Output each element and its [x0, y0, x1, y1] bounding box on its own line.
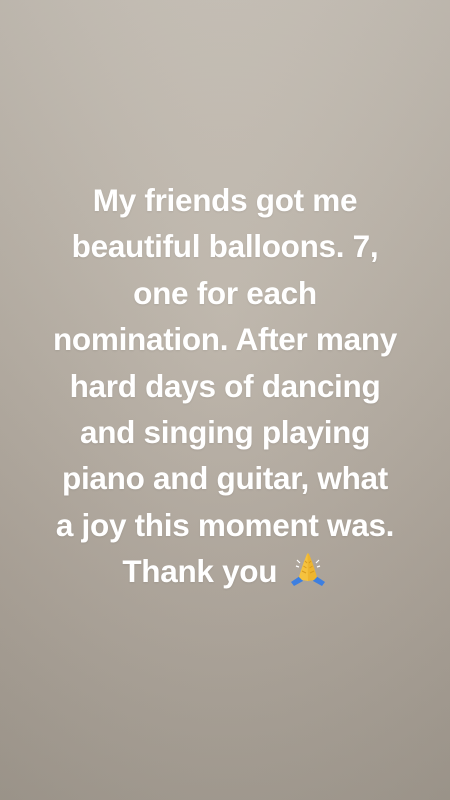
story-line-3: one for each [133, 274, 317, 311]
thank-you-text: Thank you [122, 553, 278, 590]
story-line-4: nomination. After many [52, 321, 397, 358]
story-line-5: hard days of dancing [69, 367, 381, 404]
story-text-block: My friends got me beautiful balloons. 7,… [20, 177, 430, 595]
story-line-8: a joy this moment was. [55, 506, 395, 543]
story-line-1: My friends got me [92, 182, 358, 218]
folded-hands-icon [288, 551, 328, 587]
story-line-7: piano and guitar, what [62, 460, 388, 497]
story-line-6: and singing playing [79, 414, 371, 451]
story-line-2: beautiful balloons. 7, [71, 228, 379, 265]
story-line-9: Thank you [20, 548, 430, 594]
